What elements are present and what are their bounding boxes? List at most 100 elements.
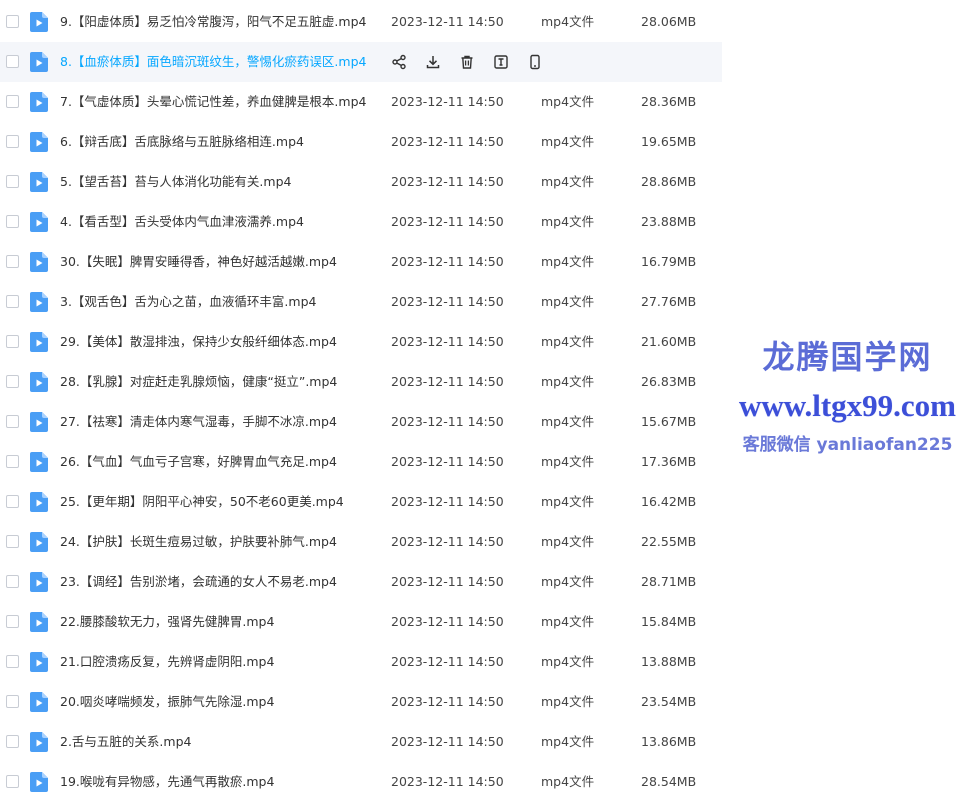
file-row-8[interactable]: 3.【观舌色】舌为心之苗，血液循环丰富.mp4 2023-12-11 14:50… [0,282,722,322]
file-date: 2023-12-11 14:50 [391,294,504,309]
file-name[interactable]: 23.【调经】告别淤堵，会疏通的女人不易老.mp4 [60,562,380,602]
video-file-icon [30,452,48,472]
row-checkbox[interactable] [6,575,19,588]
file-type: mp4文件 [541,334,595,349]
file-size: 21.60MB [641,334,697,349]
file-name[interactable]: 26.【气血】气血亏子宫寒，好脾胃血气充足.mp4 [60,442,380,482]
file-name[interactable]: 2.舌与五脏的关系.mp4 [60,722,380,762]
row-checkbox[interactable] [6,655,19,668]
row-checkbox[interactable] [6,495,19,508]
file-name[interactable]: 7.【气虚体质】头晕心慌记性差，养血健脾是根本.mp4 [60,82,380,122]
file-row-17[interactable]: 21.口腔溃疡反复，先辨肾虚阴阳.mp4 2023-12-11 14:50 mp… [0,642,722,682]
file-list-page: 9.【阳虚体质】易乏怕冷常腹泻，阳气不足五脏虚.mp4 2023-12-11 1… [0,0,973,803]
file-type: mp4文件 [541,774,595,789]
file-name[interactable]: 27.【祛寒】清走体内寒气湿毒，手脚不冰凉.mp4 [60,402,380,442]
file-size: 28.36MB [641,94,697,109]
row-checkbox[interactable] [6,295,19,308]
file-type: mp4文件 [541,14,595,29]
file-name[interactable]: 9.【阳虚体质】易乏怕冷常腹泻，阳气不足五脏虚.mp4 [60,2,380,42]
row-checkbox[interactable] [6,455,19,468]
file-name[interactable]: 24.【护肤】长斑生痘易过敏，护肤要补肺气.mp4 [60,522,380,562]
video-file-icon [30,92,48,112]
row-checkbox[interactable] [6,215,19,228]
delete-icon[interactable] [458,53,476,71]
video-file-icon [30,52,48,72]
file-row-9[interactable]: 29.【美体】散湿排浊，保持少女般纤细体态.mp4 2023-12-11 14:… [0,322,722,362]
file-name[interactable]: 29.【美体】散湿排浊，保持少女般纤细体态.mp4 [60,322,380,362]
row-checkbox[interactable] [6,135,19,148]
download-icon[interactable] [424,53,442,71]
row-checkbox[interactable] [6,95,19,108]
file-row-14[interactable]: 24.【护肤】长斑生痘易过敏，护肤要补肺气.mp4 2023-12-11 14:… [0,522,722,562]
row-checkbox[interactable] [6,695,19,708]
row-checkbox[interactable] [6,335,19,348]
file-type: mp4文件 [541,254,595,269]
file-row-16[interactable]: 22.腰膝酸软无力，强肾先健脾胃.mp4 2023-12-11 14:50 mp… [0,602,722,642]
watermark: 龙腾国学网 www.ltgx99.com 客服微信 yanliaofan225 [725,332,970,455]
file-row-15[interactable]: 23.【调经】告别淤堵，会疏通的女人不易老.mp4 2023-12-11 14:… [0,562,722,602]
file-name[interactable]: 5.【望舌苔】苔与人体消化功能有关.mp4 [60,162,380,202]
file-row-4[interactable]: 6.【辩舌底】舌底脉络与五脏脉络相连.mp4 2023-12-11 14:50 … [0,122,722,162]
file-row-3[interactable]: 7.【气虚体质】头晕心慌记性差，养血健脾是根本.mp4 2023-12-11 1… [0,82,722,122]
share-icon[interactable] [390,53,408,71]
file-date: 2023-12-11 14:50 [391,614,504,629]
file-size: 23.54MB [641,694,697,709]
file-type: mp4文件 [541,374,595,389]
rename-icon[interactable] [492,53,510,71]
file-row-10[interactable]: 28.【乳腺】对症赶走乳腺烦恼，健康“挺立”.mp4 2023-12-11 14… [0,362,722,402]
video-file-icon [30,772,48,792]
file-type: mp4文件 [541,734,595,749]
file-row-6[interactable]: 4.【看舌型】舌头受体内气血津液濡养.mp4 2023-12-11 14:50 … [0,202,722,242]
row-checkbox[interactable] [6,735,19,748]
file-name[interactable]: 30.【失眠】脾胃安睡得香，神色好越活越嫩.mp4 [60,242,380,282]
file-date: 2023-12-11 14:50 [391,494,504,509]
row-checkbox[interactable] [6,615,19,628]
file-date: 2023-12-11 14:50 [391,574,504,589]
file-name[interactable]: 6.【辩舌底】舌底脉络与五脏脉络相连.mp4 [60,122,380,162]
file-row-19[interactable]: 2.舌与五脏的关系.mp4 2023-12-11 14:50 mp4文件 13.… [0,722,722,762]
file-name[interactable]: 4.【看舌型】舌头受体内气血津液濡养.mp4 [60,202,380,242]
file-date: 2023-12-11 14:50 [391,414,504,429]
file-date: 2023-12-11 14:50 [391,334,504,349]
row-checkbox[interactable] [6,255,19,268]
row-checkbox[interactable] [6,55,19,68]
file-name[interactable]: 25.【更年期】阴阳平心神安，50不老60更美.mp4 [60,482,380,522]
file-size: 26.83MB [641,374,697,389]
row-checkbox[interactable] [6,375,19,388]
file-size: 15.84MB [641,614,697,629]
file-name[interactable]: 28.【乳腺】对症赶走乳腺烦恼，健康“挺立”.mp4 [60,362,380,402]
file-type: mp4文件 [541,694,595,709]
file-size: 22.55MB [641,534,697,549]
file-row-7[interactable]: 30.【失眠】脾胃安睡得香，神色好越活越嫩.mp4 2023-12-11 14:… [0,242,722,282]
row-checkbox[interactable] [6,535,19,548]
file-row-20[interactable]: 19.喉咙有异物感，先通气再散瘀.mp4 2023-12-11 14:50 mp… [0,762,722,802]
file-row-12[interactable]: 26.【气血】气血亏子宫寒，好脾胃血气充足.mp4 2023-12-11 14:… [0,442,722,482]
file-date: 2023-12-11 14:50 [391,94,504,109]
file-name[interactable]: 19.喉咙有异物感，先通气再散瘀.mp4 [60,762,380,802]
row-checkbox[interactable] [6,415,19,428]
row-checkbox[interactable] [6,15,19,28]
file-date: 2023-12-11 14:50 [391,134,504,149]
file-name[interactable]: 3.【观舌色】舌为心之苗，血液循环丰富.mp4 [60,282,380,322]
row-checkbox[interactable] [6,775,19,788]
file-row-18[interactable]: 20.咽炎哮喘频发，振肺气先除湿.mp4 2023-12-11 14:50 mp… [0,682,722,722]
file-row-1[interactable]: 9.【阳虚体质】易乏怕冷常腹泻，阳气不足五脏虚.mp4 2023-12-11 1… [0,2,722,42]
file-type: mp4文件 [541,414,595,429]
row-checkbox[interactable] [6,175,19,188]
file-name[interactable]: 22.腰膝酸软无力，强肾先健脾胃.mp4 [60,602,380,642]
file-size: 13.88MB [641,654,697,669]
file-row-11[interactable]: 27.【祛寒】清走体内寒气湿毒，手脚不冰凉.mp4 2023-12-11 14:… [0,402,722,442]
file-list: 9.【阳虚体质】易乏怕冷常腹泻，阳气不足五脏虚.mp4 2023-12-11 1… [0,2,722,802]
file-date: 2023-12-11 14:50 [391,694,504,709]
file-date: 2023-12-11 14:50 [391,654,504,669]
file-name[interactable]: 21.口腔溃疡反复，先辨肾虚阴阳.mp4 [60,642,380,682]
file-row-13[interactable]: 25.【更年期】阴阳平心神安，50不老60更美.mp4 2023-12-11 1… [0,482,722,522]
file-name[interactable]: 8.【血瘀体质】面色暗沉斑纹生，警惕化瘀药误区.mp4 [60,42,380,82]
file-date: 2023-12-11 14:50 [391,734,504,749]
phone-icon[interactable] [526,53,544,71]
file-name[interactable]: 20.咽炎哮喘频发，振肺气先除湿.mp4 [60,682,380,722]
video-file-icon [30,692,48,712]
file-row-2[interactable]: 8.【血瘀体质】面色暗沉斑纹生，警惕化瘀药误区.mp4 [0,42,722,82]
file-date: 2023-12-11 14:50 [391,214,504,229]
file-row-5[interactable]: 5.【望舌苔】苔与人体消化功能有关.mp4 2023-12-11 14:50 m… [0,162,722,202]
